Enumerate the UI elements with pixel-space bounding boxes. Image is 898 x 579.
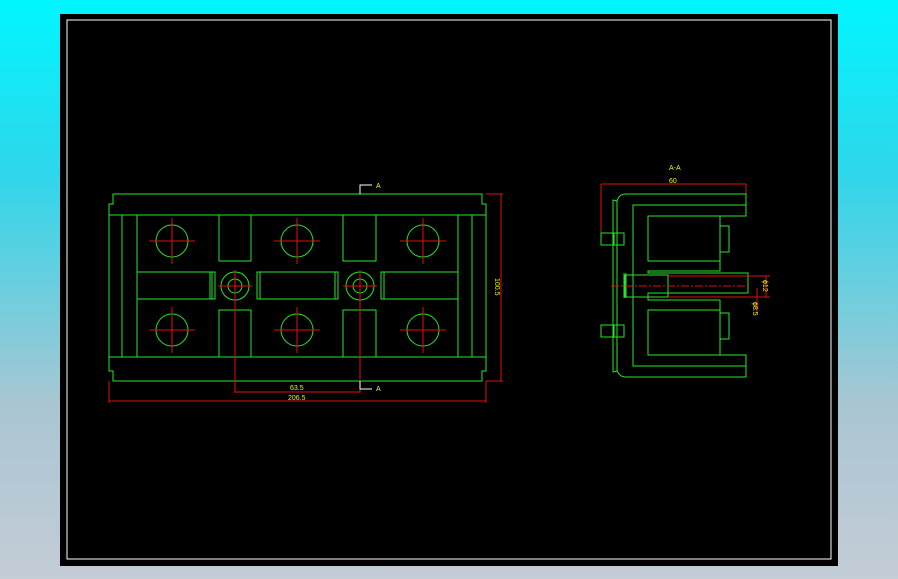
drawing-border xyxy=(66,19,832,560)
front-view: A A 63.5 206.5 100.5 xyxy=(108,183,503,403)
dim-overall-width: 206.5 xyxy=(288,395,306,402)
section-view: A-A 60 ϕ12 ϕ8.5 xyxy=(600,165,770,378)
dim-center-spacing: 63.5 xyxy=(290,385,304,392)
dim-shaft-dia: ϕ8.5 xyxy=(751,302,758,316)
section-marker-bottom: A xyxy=(376,386,381,393)
section-marker-top: A xyxy=(376,183,381,190)
dim-bore-dia: ϕ12 xyxy=(761,280,768,292)
dim-depth: 60 xyxy=(669,178,677,185)
section-title: A-A xyxy=(669,165,681,172)
bolt-holes xyxy=(149,218,446,353)
cad-drawing: A A 63.5 206.5 100.5 A-A 60 ϕ12 ϕ8.5 xyxy=(66,19,832,560)
dim-overall-height: 100.5 xyxy=(493,278,500,296)
